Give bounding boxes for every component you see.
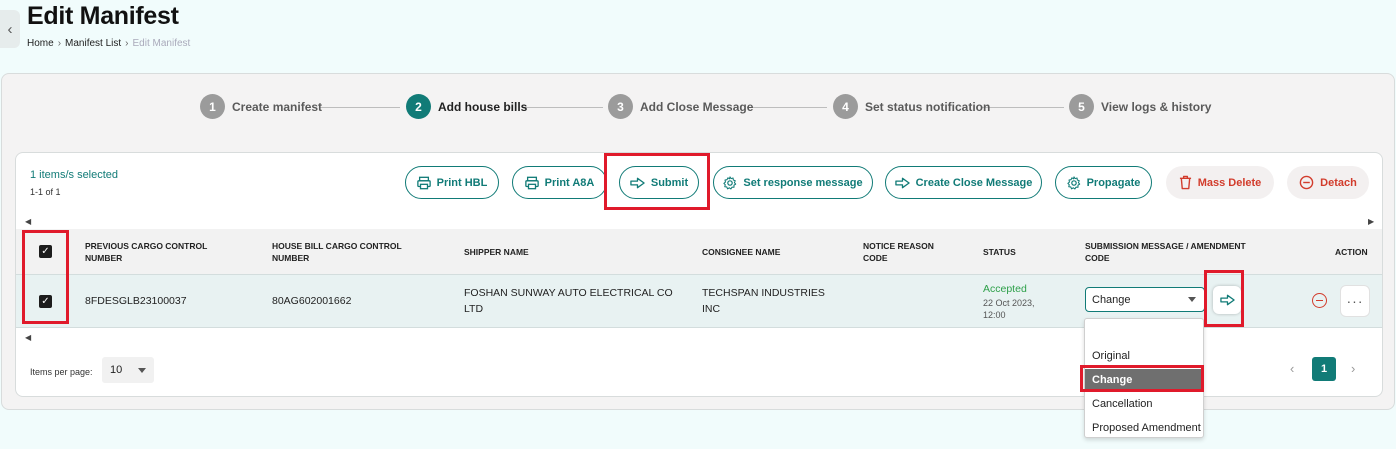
header-action: ACTION <box>1335 247 1368 257</box>
create-close-message-button[interactable]: Create Close Message <box>885 166 1042 199</box>
header-house-bill-cargo-control-number[interactable]: HOUSE BILL CARGO CONTROL NUMBER <box>272 240 422 264</box>
breadcrumb-current: Edit Manifest <box>132 38 191 49</box>
header-status[interactable]: STATUS <box>983 246 1016 258</box>
scroll-left-icon[interactable]: ◀ <box>25 217 31 226</box>
cell-status: Accepted 22 Oct 2023, 12:00 <box>983 281 1053 321</box>
chevron-left-icon: ‹ <box>7 20 13 38</box>
step-connector <box>982 107 1064 108</box>
step-label: Set status notification <box>865 99 991 114</box>
remove-row-icon[interactable] <box>1312 293 1327 308</box>
detach-button[interactable]: Detach <box>1287 166 1369 199</box>
step-number: 5 <box>1069 94 1094 119</box>
header-shipper-name[interactable]: SHIPPER NAME <box>464 246 529 258</box>
propagate-button[interactable]: Propagate <box>1055 166 1152 199</box>
select-all-checkbox[interactable]: ✓ <box>39 245 52 258</box>
print-a8a-button[interactable]: Print A8A <box>512 166 607 199</box>
header-consignee-name[interactable]: CONSIGNEE NAME <box>702 246 780 258</box>
submission-select-value: Change <box>1092 293 1131 306</box>
printer-icon <box>416 176 431 190</box>
printer-icon <box>524 176 539 190</box>
step-number: 1 <box>200 94 225 119</box>
step-connector <box>320 107 400 108</box>
breadcrumb-separator-icon: › <box>57 38 62 49</box>
items-per-page-label: Items per page: <box>30 367 93 377</box>
submission-message-dropdown: Original Change Cancellation Proposed Am… <box>1084 318 1204 438</box>
print-hbl-button[interactable]: Print HBL <box>405 166 499 199</box>
cell-previous-ccn: 8FDESGLB23100037 <box>85 295 187 307</box>
dropdown-option-empty[interactable] <box>1085 321 1203 343</box>
submission-message-select[interactable]: Change <box>1085 287 1205 312</box>
set-response-message-button[interactable]: Set response message <box>713 166 873 199</box>
breadcrumb-home[interactable]: Home <box>27 38 54 49</box>
mass-delete-button[interactable]: Mass Delete <box>1166 166 1274 199</box>
submit-button[interactable]: Submit <box>619 166 699 199</box>
more-actions-icon[interactable]: ··· <box>1340 285 1370 317</box>
chevron-down-icon <box>138 367 146 373</box>
step-number: 2 <box>406 94 431 119</box>
step-label: Add Close Message <box>640 99 754 114</box>
selection-count: 1 items/s selected <box>30 169 119 181</box>
header-notice-reason-code[interactable]: NOTICE REASON CODE <box>863 240 953 264</box>
scroll-left-icon[interactable]: ◀ <box>25 333 31 342</box>
step-label: View logs & history <box>1101 99 1212 114</box>
status-date: 22 Oct 2023, 12:00 <box>983 298 1035 320</box>
dropdown-option-original[interactable]: Original <box>1085 345 1203 367</box>
mass-delete-label: Mass Delete <box>1197 176 1262 189</box>
gear-icon <box>1066 175 1081 190</box>
detach-label: Detach <box>1320 176 1357 189</box>
items-per-page-select[interactable]: 10 <box>102 357 154 383</box>
submit-row-button[interactable] <box>1213 286 1241 314</box>
trash-icon <box>1179 175 1192 190</box>
arrow-right-icon <box>1219 294 1235 306</box>
page-number-button[interactable]: 1 <box>1312 357 1336 381</box>
propagate-label: Propagate <box>1086 176 1141 189</box>
status-badge: Accepted <box>983 283 1027 295</box>
step-add-close-message[interactable]: 3 Add Close Message <box>608 94 753 119</box>
arrow-right-icon <box>630 177 645 189</box>
cell-house-bill-ccn: 80AG602001662 <box>272 295 352 307</box>
set-response-label: Set response message <box>743 176 863 189</box>
step-connector <box>523 107 603 108</box>
breadcrumb-manifest-list[interactable]: Manifest List <box>65 38 121 49</box>
prev-page-icon[interactable]: ‹ <box>1290 361 1294 376</box>
breadcrumb-separator-icon: › <box>125 38 129 49</box>
cell-shipper-name: FOSHAN SUNWAY AUTO ELECTRICAL CO LTD <box>464 287 673 315</box>
create-close-label: Create Close Message <box>915 176 1033 189</box>
items-per-page-value: 10 <box>110 364 123 376</box>
dropdown-option-cancellation[interactable]: Cancellation <box>1085 393 1203 415</box>
header-submission-message[interactable]: SUBMISSION MESSAGE / AMENDMENT CODE <box>1085 240 1270 264</box>
cell-consignee-name: TECHSPAN INDUSTRIES INC <box>702 287 825 315</box>
scroll-right-icon[interactable]: ▶ <box>1368 217 1374 226</box>
dropdown-option-change[interactable]: Change <box>1085 369 1203 391</box>
back-button[interactable]: ‹ <box>0 10 20 48</box>
step-create-manifest[interactable]: 1 Create manifest <box>200 94 322 119</box>
minus-circle-icon <box>1299 175 1314 190</box>
next-page-icon[interactable]: › <box>1351 361 1355 376</box>
submit-label: Submit <box>650 176 689 189</box>
dropdown-option-proposed-amendment[interactable]: Proposed Amendment <box>1085 417 1203 439</box>
step-add-house-bills[interactable]: 2 Add house bills <box>406 94 527 119</box>
print-a8a-label: Print A8A <box>544 176 595 189</box>
step-label: Add house bills <box>438 99 528 114</box>
stepper: 1 Create manifest 2 Add house bills 3 Ad… <box>2 74 1394 139</box>
step-set-status-notification[interactable]: 4 Set status notification <box>833 94 990 119</box>
step-connector <box>747 107 827 108</box>
chevron-down-icon <box>1188 297 1196 302</box>
row-checkbox[interactable]: ✓ <box>39 295 52 308</box>
step-number: 4 <box>833 94 858 119</box>
table-header: ✓ PREVIOUS CARGO CONTROL NUMBER HOUSE BI… <box>16 229 1382 274</box>
step-label: Create manifest <box>232 99 323 114</box>
range-info: 1-1 of 1 <box>30 187 61 197</box>
gear-icon <box>723 175 737 190</box>
header-previous-cargo-control-number[interactable]: PREVIOUS CARGO CONTROL NUMBER <box>85 240 235 264</box>
step-view-logs-history[interactable]: 5 View logs & history <box>1069 94 1211 119</box>
arrow-right-icon <box>894 177 910 189</box>
page-title: Edit Manifest <box>27 2 179 30</box>
print-hbl-label: Print HBL <box>436 176 488 189</box>
step-number: 3 <box>608 94 633 119</box>
breadcrumb: Home › Manifest List › Edit Manifest <box>27 38 190 49</box>
